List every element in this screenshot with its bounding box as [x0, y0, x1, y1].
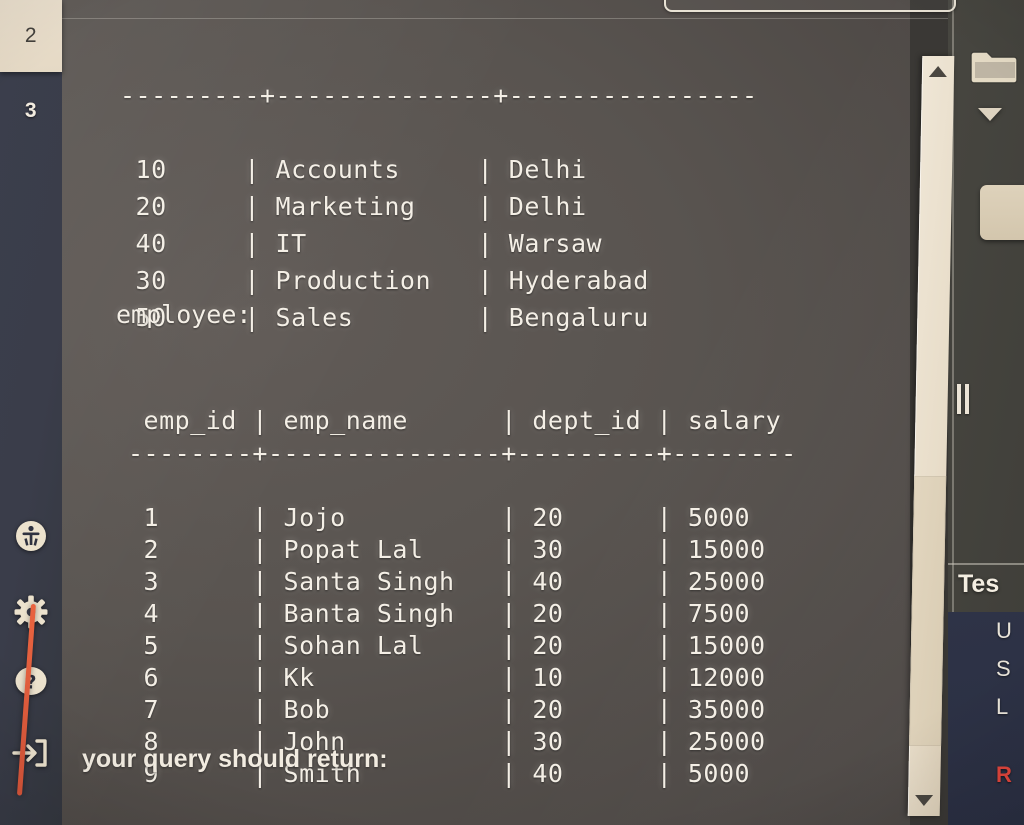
- panel-action-button[interactable]: [980, 185, 1024, 240]
- department-table: ---------+--------------+---------------…: [120, 40, 758, 336]
- chevron-down-icon[interactable]: [978, 108, 1002, 121]
- right-side-panel: Tes U S L R: [948, 0, 1024, 825]
- panel-horizontal-rule: [948, 563, 1024, 565]
- scrollbar-thumb[interactable]: [909, 476, 947, 746]
- panel-splitter-handle[interactable]: [954, 382, 972, 416]
- employee-separator: --------+---------------+---------+-----…: [128, 439, 797, 468]
- sidebar-tab-3-label: 3: [24, 99, 38, 122]
- sidebar-tab-2[interactable]: 2: [0, 0, 62, 72]
- console-output-area: ---------+--------------+---------------…: [62, 0, 910, 825]
- scroll-down-arrow-icon[interactable]: [914, 795, 934, 806]
- panel-text-line: U: [996, 618, 1012, 643]
- panel-content-body: U S L R: [948, 612, 1024, 825]
- screen-photo: 2 3 ? ---------+--------------+---------…: [0, 0, 1024, 825]
- left-sidebar: 2 3 ?: [0, 0, 62, 825]
- top-divider-line: [62, 18, 1024, 19]
- employee-table: emp_id | emp_name | dept_id | salary ---…: [128, 372, 797, 790]
- panel-text-line: L: [996, 694, 1009, 719]
- employee-table-label: employee:: [116, 300, 252, 329]
- department-separator: ---------+--------------+---------------…: [120, 81, 758, 110]
- employee-header-row: emp_id | emp_name | dept_id | salary: [128, 406, 782, 435]
- sidebar-tab-2-label: 2: [24, 24, 38, 47]
- panel-text-line: S: [996, 656, 1011, 681]
- accessibility-icon[interactable]: [0, 513, 62, 559]
- splitter-bar: [965, 384, 969, 414]
- query-instruction-text: your query should return:: [82, 745, 388, 773]
- scroll-up-arrow-icon[interactable]: [928, 66, 948, 77]
- sidebar-tab-3[interactable]: 3: [0, 88, 62, 134]
- folder-icon[interactable]: [970, 48, 1018, 91]
- sign-in-icon[interactable]: [0, 730, 62, 776]
- top-text-input[interactable]: [664, 0, 956, 12]
- panel-title: Tes: [958, 570, 1000, 598]
- splitter-bar: [957, 384, 961, 414]
- panel-error-text: R: [996, 762, 1012, 787]
